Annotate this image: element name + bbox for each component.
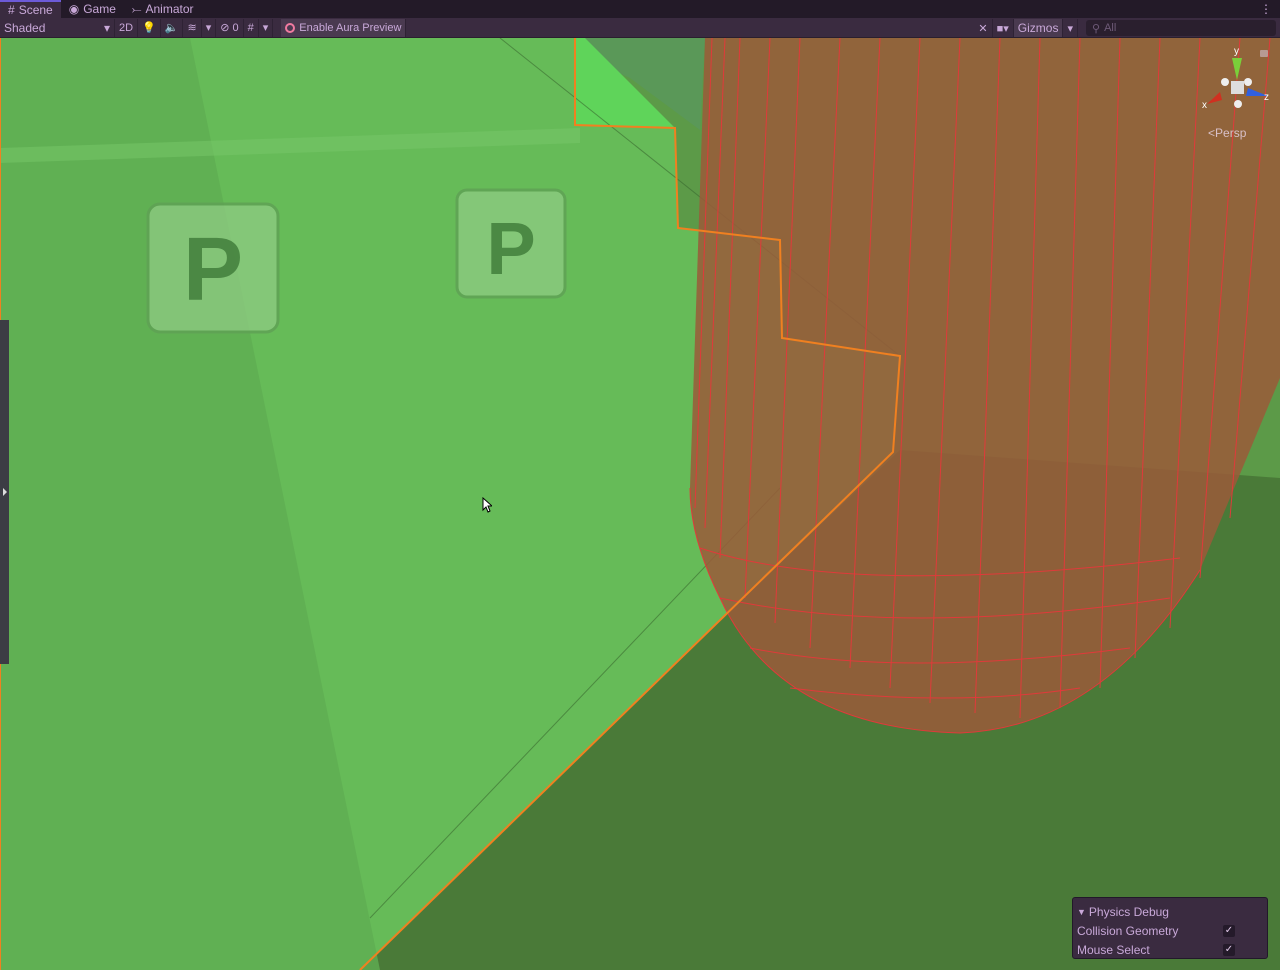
tab-animator[interactable]: ⤚ Animator (124, 0, 202, 18)
gizmo-neg-axis (1234, 100, 1242, 108)
triangle-down-icon: ▼ (1077, 906, 1086, 917)
parking-sign-2: P (455, 188, 567, 299)
eye-slash-icon: ⊘ (220, 22, 230, 34)
hash-icon: # (8, 3, 15, 17)
gizmo-z-label: z (1264, 92, 1269, 103)
projection-toggle[interactable]: <Persp (1208, 126, 1246, 140)
gizmo-neg-axis (1244, 78, 1252, 86)
aura-icon (285, 22, 296, 33)
gizmo-center-cube[interactable] (1231, 81, 1244, 94)
gizmo-x-axis[interactable] (1207, 92, 1222, 104)
gamepad-icon: ◉ (68, 2, 80, 16)
lighting-toggle-icon[interactable]: 💡 (138, 18, 161, 37)
camera-icon[interactable]: ■▾ (993, 19, 1014, 37)
gizmo-y-label: y (1234, 46, 1239, 57)
effects-dropdown-icon[interactable]: ▾ (202, 18, 217, 37)
hierarchy-search-input[interactable]: ⚲ All (1086, 20, 1276, 36)
effects-toggle-icon[interactable]: ≋ (183, 18, 202, 37)
gizmo-x-label: x (1202, 100, 1207, 111)
lock-icon[interactable] (1260, 50, 1268, 57)
tab-game[interactable]: ◉ Game (61, 0, 124, 18)
physics-debug-panel: ▼ Physics Debug Collision Geometry ✓ Mouse… (1072, 897, 1268, 959)
animator-icon: ⤚ (131, 1, 142, 16)
mouse-cursor-icon (482, 497, 492, 513)
hidden-objects-button[interactable]: ⊘ 0 (216, 18, 244, 37)
parking-sign-1: P (146, 202, 280, 334)
mouse-select-checkbox[interactable]: ✓ (1223, 943, 1235, 956)
scene-viewport[interactable]: P P (0, 38, 1280, 970)
gizmos-dropdown-icon[interactable]: ▾ (1063, 19, 1078, 37)
physics-debug-header[interactable]: ▼ Physics Debug (1077, 902, 1263, 921)
enable-aura-preview-button[interactable]: Enable Aura Preview (281, 18, 407, 37)
tab-scene[interactable]: # Scene (0, 0, 61, 18)
window-tabs: # Scene ◉ Game ⤚ Animator ⋮ (0, 0, 1280, 18)
grid-dropdown-icon[interactable]: ▾ (259, 18, 274, 37)
shading-mode-dropdown[interactable]: Shaded ▾ (0, 18, 115, 37)
gizmo-y-axis[interactable] (1232, 58, 1242, 80)
search-icon: ⚲ (1092, 22, 1101, 35)
mouse-select-row: Mouse Select ✓ (1077, 942, 1235, 957)
audio-toggle-icon[interactable]: 🔈 (161, 18, 184, 37)
collision-geometry-checkbox[interactable]: ✓ (1223, 924, 1235, 937)
scene-right-tools: ✕ ■▾ Gizmos ▾ ⚲ All (974, 18, 1280, 38)
grid-toggle-icon[interactable]: # (244, 18, 259, 37)
expand-arrow-icon[interactable] (3, 488, 7, 496)
toggle-2d-button[interactable]: 2D (115, 18, 139, 37)
svg-text:P: P (486, 207, 535, 290)
gizmos-button[interactable]: Gizmos (1013, 19, 1064, 37)
tools-icon[interactable]: ✕ (974, 19, 993, 37)
svg-text:P: P (183, 220, 243, 320)
chevron-down-icon: ▾ (103, 20, 110, 35)
more-menu-icon[interactable]: ⋮ (1260, 2, 1272, 16)
gizmo-neg-axis (1221, 78, 1229, 86)
collision-geometry-row: Collision Geometry ✓ (1077, 923, 1235, 938)
